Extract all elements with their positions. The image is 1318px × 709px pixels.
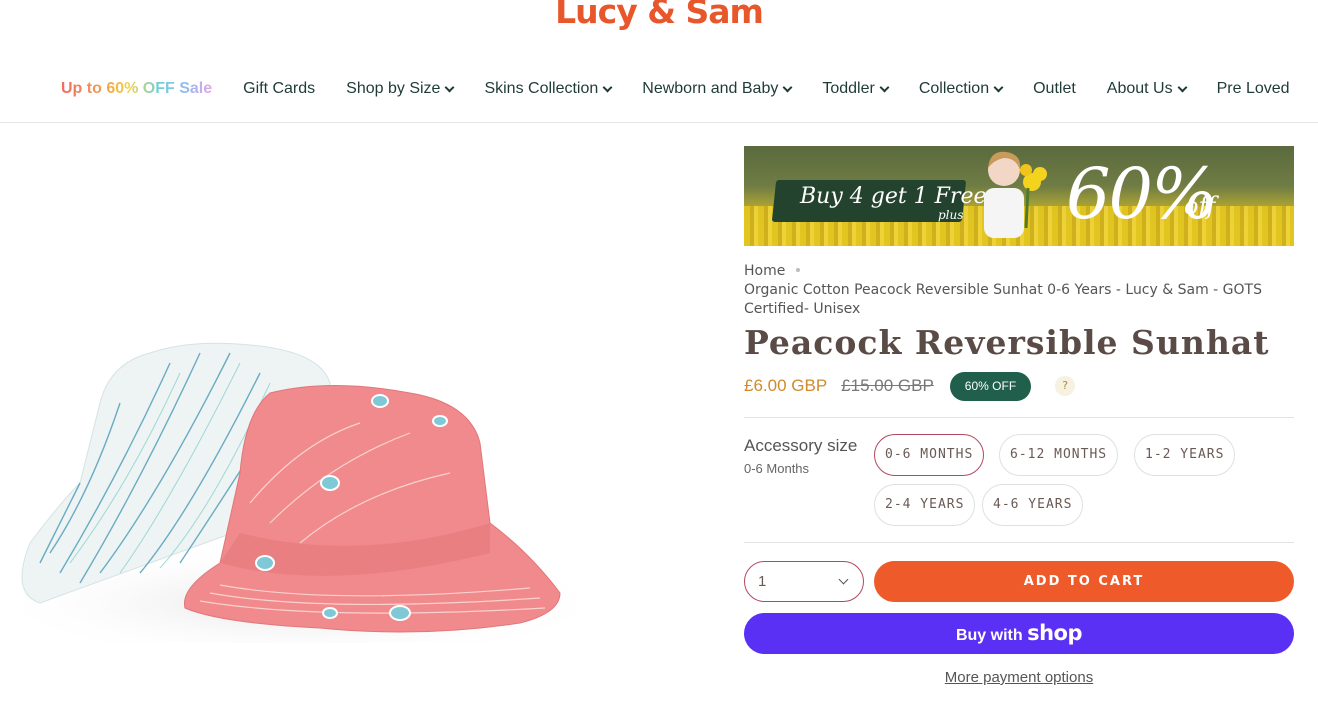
chevron-down-icon (838, 574, 849, 585)
breadcrumb-current: Organic Cotton Peacock Reversible Sunhat… (744, 282, 1262, 317)
product-info: Buy 4 get 1 Free plus 60% off Home Organ… (744, 146, 1294, 686)
promo-tag-text: Buy 4 get 1 Free (800, 184, 987, 209)
nav-item-newborn-baby[interactable]: Newborn and Baby (642, 80, 793, 98)
nav-item-label: Gift Cards (243, 80, 316, 97)
size-option-4-6-years[interactable]: 4-6 YEARS (982, 484, 1084, 526)
shop-pay-button[interactable]: Buy with shop (744, 613, 1294, 654)
promo-banner[interactable]: Buy 4 get 1 Free plus 60% off (744, 146, 1294, 246)
nav-item-label: Shop by Size (346, 80, 441, 97)
help-icon[interactable]: ? (1055, 376, 1076, 396)
more-payment-options-link[interactable]: More payment options (744, 669, 1294, 686)
nav-item-outlet[interactable]: Outlet (1033, 80, 1076, 98)
size-option-2-4-years[interactable]: 2-4 YEARS (874, 484, 976, 526)
size-option-6-12-months[interactable]: 6-12 MONTHS (999, 434, 1119, 476)
size-option-1-2-years[interactable]: 1-2 YEARS (1134, 434, 1236, 476)
product-title: Peacock Reversible Sunhat (744, 323, 1270, 362)
nav-item-label: Pre Loved (1216, 80, 1290, 97)
promo-plus-text: plus (938, 208, 964, 222)
chevron-down-icon (993, 82, 1004, 93)
shop-pay-prefix: Buy with (955, 627, 1023, 644)
nav-item-toddler[interactable]: Toddler (822, 80, 890, 98)
nav-item-label: Skins Collection (484, 80, 599, 97)
nav-item-label: Up to 60% OFF Sale (61, 80, 213, 97)
quantity-select[interactable]: 1 (744, 561, 864, 602)
site-header: Lucy & Sam Up to 60% OFF Sale Gift Cards… (0, 0, 1318, 123)
nav-item-label: Toddler (822, 80, 875, 97)
chevron-down-icon (879, 82, 890, 93)
breadcrumb-separator (796, 268, 801, 272)
nav-item-sale[interactable]: Up to 60% OFF Sale (61, 80, 212, 98)
size-option-0-6-months[interactable]: 0-6 MONTHS (874, 434, 985, 476)
promo-off-text: off (1184, 192, 1216, 220)
main-nav: Up to 60% OFF Sale Gift Cards Shop by Si… (61, 78, 1318, 100)
nav-item-pre-loved[interactable]: Pre Loved (1217, 80, 1290, 98)
purchase-actions: 1 ADD TO CART Buy with shop More payment… (744, 543, 1294, 686)
price-row: £6.00 GBP £15.00 GBP 60% OFF ? (744, 371, 1294, 401)
add-to-cart-button[interactable]: ADD TO CART (874, 561, 1294, 602)
nav-item-shop-by-size[interactable]: Shop by Size (346, 80, 455, 98)
compare-price: £15.00 GBP (841, 376, 934, 395)
sale-price: £6.00 GBP (744, 376, 828, 395)
chevron-down-icon (1177, 82, 1188, 93)
brand-logo[interactable]: Lucy & Sam (0, 0, 1318, 31)
discount-badge: 60% OFF (949, 371, 1032, 401)
chevron-down-icon (782, 82, 793, 93)
product-image[interactable] (0, 323, 600, 643)
chevron-down-icon (602, 82, 613, 93)
breadcrumb: Home Organic Cotton Peacock Reversible S… (744, 262, 1294, 319)
product-gallery[interactable] (0, 123, 720, 709)
quantity-value: 1 (758, 573, 767, 590)
nav-item-label: Collection (918, 80, 990, 97)
size-label: Accessory size (744, 436, 858, 455)
size-selector: Accessory size 0-6 Months 0-6 MONTHS 6-1… (744, 418, 1294, 542)
nav-item-collection[interactable]: Collection (918, 80, 1004, 98)
nav-item-label: Outlet (1033, 80, 1076, 97)
breadcrumb-home[interactable]: Home (744, 263, 785, 279)
nav-item-label: Newborn and Baby (642, 80, 779, 97)
nav-item-gift-cards[interactable]: Gift Cards (243, 80, 315, 98)
size-selected-value: 0-6 Months (744, 461, 810, 476)
shop-pay-logo: shop (1027, 621, 1083, 645)
nav-item-about-us[interactable]: About Us (1106, 80, 1188, 98)
nav-item-label: About Us (1106, 80, 1173, 97)
chevron-down-icon (444, 82, 455, 93)
child-illustration (984, 151, 1047, 238)
nav-item-skins-collection[interactable]: Skins Collection (484, 80, 613, 98)
